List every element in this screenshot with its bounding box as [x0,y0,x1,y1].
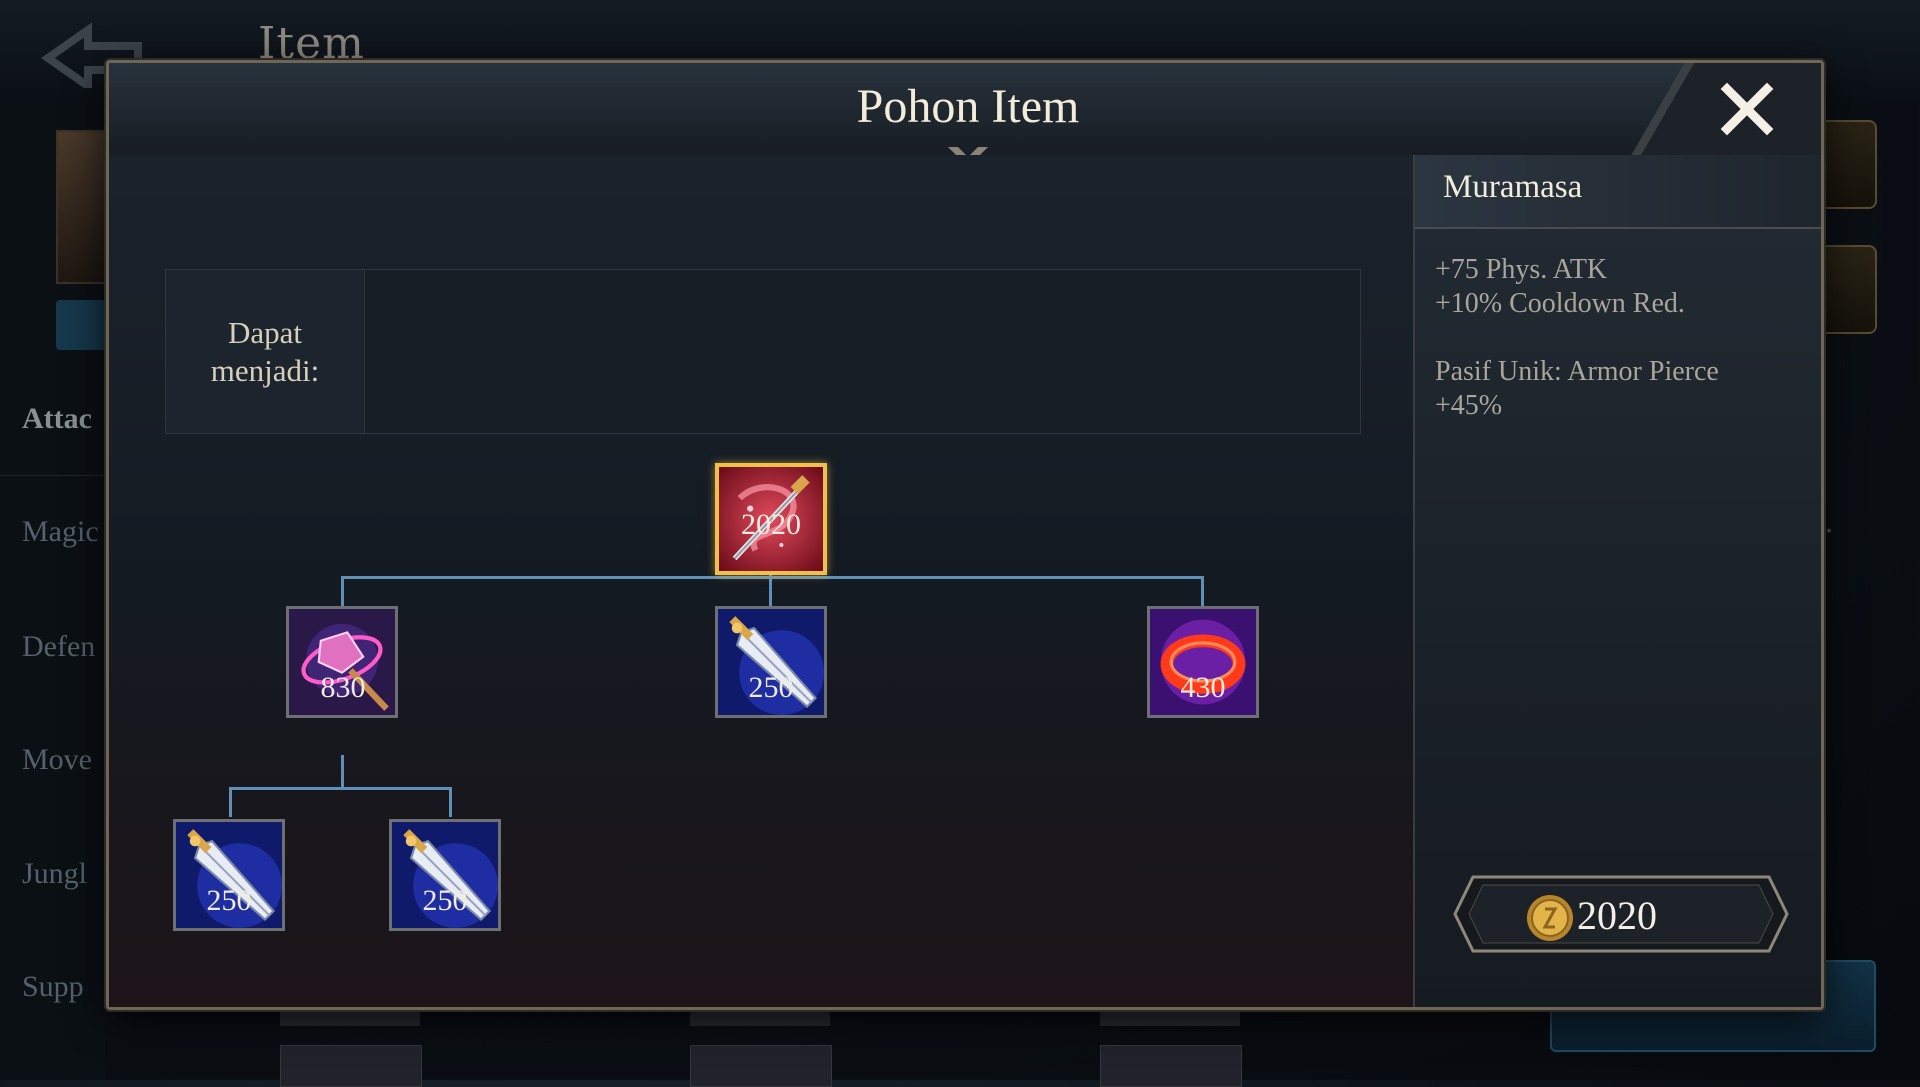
tree-connector [341,576,344,606]
item-price: 250 [422,884,468,917]
category-jungle[interactable]: Jungl [22,857,87,891]
background-right-button[interactable] [1815,245,1877,334]
tree-connector [229,787,232,817]
item-total-cost: 2020 [1577,893,1657,938]
item-price: 830 [320,671,366,704]
close-icon[interactable] [1719,81,1775,137]
category-attack[interactable]: Attac [22,402,92,436]
tree-connector [341,755,344,789]
item-stat: +10% Cooldown Red. [1435,288,1685,319]
gold-coin-icon [1527,895,1573,941]
tree-connector [449,787,452,817]
tree-connector [341,576,1203,579]
item-stat: +75 Phys. ATK [1435,254,1608,285]
background-hero-tab [56,300,106,350]
tree-connector [1201,576,1204,606]
background-card-edge [280,1010,420,1026]
item-tree-pane: Dapat menjadi: 2020 830 250 430 250 250 [109,155,1413,1007]
item-name: Muramasa [1443,169,1583,205]
category-magic[interactable]: Magic [22,515,99,549]
builds-into-box: Dapat menjadi: [165,269,1361,434]
item-price: 2020 [741,508,801,541]
item-name-bar: Muramasa [1415,155,1821,229]
background-item-card [280,1045,422,1087]
item-passive: +45% [1435,390,1503,421]
background-item-card [690,1045,832,1087]
category-divider [0,475,105,476]
tree-connector [229,787,451,790]
item-detail-pane: Muramasa +75 Phys. ATK +10% Cooldown Red… [1413,155,1821,1007]
category-movement[interactable]: Move [22,743,92,777]
item-price: 250 [206,884,252,917]
item-passive: Pasif Unik: Armor Pierce [1435,356,1719,387]
category-support[interactable]: Supp [22,970,84,1004]
tree-connector [769,576,772,606]
background-right-button[interactable] [1815,120,1877,209]
close-area [1631,63,1821,155]
item-price: 250 [748,671,794,704]
background-hero-portrait [56,130,110,284]
item-price: 430 [1180,671,1226,704]
background-card-edge [690,1010,830,1026]
background-item-card [1100,1045,1242,1087]
modal-title: Pohon Item [856,80,1080,133]
modal-header: Pohon Item [109,63,1821,167]
item-tree-modal: Pohon Item Dapat menjadi: 2020 830 250 4… [106,60,1824,1010]
builds-into-label: Dapat menjadi: [166,270,365,433]
category-defense[interactable]: Defen [22,630,95,664]
background-card-edge [1100,1010,1240,1026]
